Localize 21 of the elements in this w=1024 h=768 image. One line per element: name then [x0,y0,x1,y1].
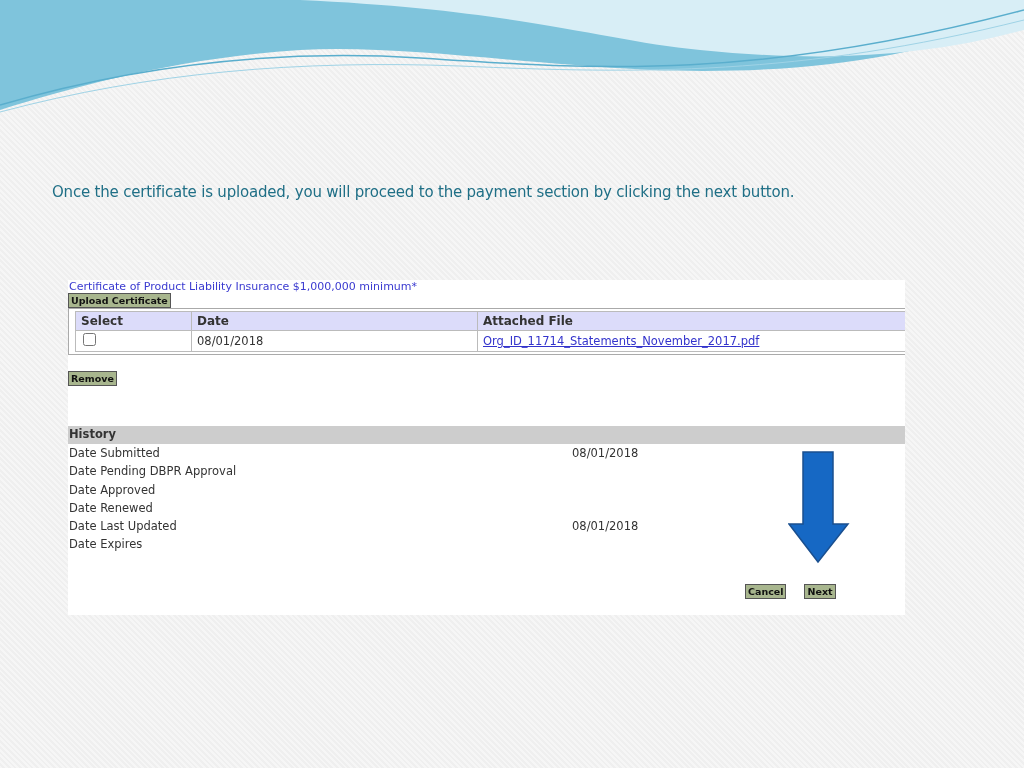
column-header: Date [191,311,478,331]
slide-caption: Once the certificate is uploaded, you will proceed to the payment section by clicking the next button. [52,183,796,201]
column-header: Select [75,311,192,331]
action-button[interactable]: Cancel [745,584,787,599]
down-arrow-icon [788,451,850,564]
table-cell: 08/01/2018 [191,330,478,352]
history-label: Date Expires [69,536,144,554]
history-label: Date Approved [69,481,157,499]
section-heading: Certificate of Product Liability Insurance $1,000,000 minimum* [68,280,419,293]
upload-certificate-button[interactable]: Upload Certificate [68,293,171,308]
history-label: Date Renewed [69,499,154,517]
column-header: Attached File [477,311,905,331]
select-checkbox[interactable] [83,333,96,346]
history-header: History [68,426,905,444]
history-label: Date Submitted [69,445,161,462]
history-label: Date Last Updated [69,518,178,536]
action-button[interactable]: Next [804,584,836,599]
history-label: Date Pending DBPR Approval [69,463,238,481]
remove-button[interactable]: Remove [68,371,117,386]
history-date: 08/01/2018 [572,445,640,462]
history-date: 08/01/2018 [572,518,640,536]
